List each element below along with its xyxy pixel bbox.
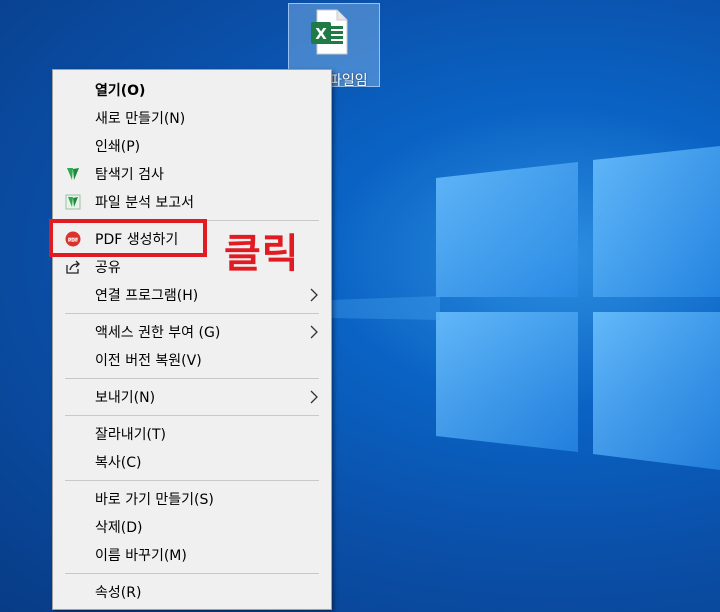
menu-separator <box>65 378 319 379</box>
menu-item-cut[interactable]: 잘라내기(T) <box>53 420 331 448</box>
svg-text:X: X <box>315 25 327 43</box>
menu-item-restore-previous[interactable]: 이전 버전 복원(V) <box>53 346 331 374</box>
v3-report-icon <box>65 194 81 210</box>
menu-item-label: 복사(C) <box>95 455 142 471</box>
menu-item-label: 삭제(D) <box>95 520 143 536</box>
menu-item-properties[interactable]: 속성(R) <box>53 578 331 606</box>
share-icon <box>66 260 80 274</box>
menu-item-label: 바로 가기 만들기(S) <box>95 492 214 508</box>
desktop-icon-label: 파일임 <box>329 73 368 89</box>
menu-item-open-with[interactable]: 연결 프로그램(H) <box>53 281 331 309</box>
menu-item-copy[interactable]: 복사(C) <box>53 448 331 476</box>
v3-shield-icon <box>67 168 79 180</box>
menu-separator <box>65 313 319 314</box>
menu-item-label: 연결 프로그램(H) <box>95 288 199 304</box>
chevron-right-icon <box>310 325 318 339</box>
menu-separator <box>65 415 319 416</box>
menu-item-label: 인쇄(P) <box>95 139 141 155</box>
menu-item-label: 이름 바꾸기(M) <box>95 548 187 564</box>
menu-item-rename[interactable]: 이름 바꾸기(M) <box>53 541 331 569</box>
menu-item-label: 보내기(N) <box>95 390 156 406</box>
menu-item-label: 열기(O) <box>95 83 146 99</box>
menu-item-create-shortcut[interactable]: 바로 가기 만들기(S) <box>53 485 331 513</box>
menu-item-label: 새로 만들기(N) <box>95 111 186 127</box>
excel-file-icon: X <box>311 9 348 55</box>
menu-item-scan[interactable]: 탐색기 검사 <box>53 160 331 188</box>
chevron-right-icon <box>310 390 318 404</box>
menu-item-label: 이전 버전 복원(V) <box>95 353 202 369</box>
menu-item-new[interactable]: 새로 만들기(N) <box>53 104 331 132</box>
menu-separator <box>65 573 319 574</box>
menu-item-label: 잘라내기(T) <box>95 427 166 443</box>
menu-item-label: 공유 <box>95 260 121 276</box>
context-menu: 열기(O) 새로 만들기(N) 인쇄(P) 탐색기 검사 파일 분석 보고서 P… <box>52 69 332 610</box>
menu-item-give-access[interactable]: 액세스 권한 부여 (G) <box>53 318 331 346</box>
menu-item-label: 속성(R) <box>95 585 142 601</box>
menu-item-print[interactable]: 인쇄(P) <box>53 132 331 160</box>
annotation-highlight-box <box>49 219 207 257</box>
annotation-click-text: 클릭 <box>224 231 300 277</box>
menu-item-label: 파일 분석 보고서 <box>95 195 195 211</box>
menu-item-send-to[interactable]: 보내기(N) <box>53 383 331 411</box>
menu-item-delete[interactable]: 삭제(D) <box>53 513 331 541</box>
chevron-right-icon <box>310 288 318 302</box>
menu-item-label: 액세스 권한 부여 (G) <box>95 325 221 341</box>
menu-item-open[interactable]: 열기(O) <box>53 76 331 104</box>
menu-item-label: 탐색기 검사 <box>95 167 164 183</box>
menu-item-analysis-report[interactable]: 파일 분석 보고서 <box>53 188 331 216</box>
menu-separator <box>65 480 319 481</box>
